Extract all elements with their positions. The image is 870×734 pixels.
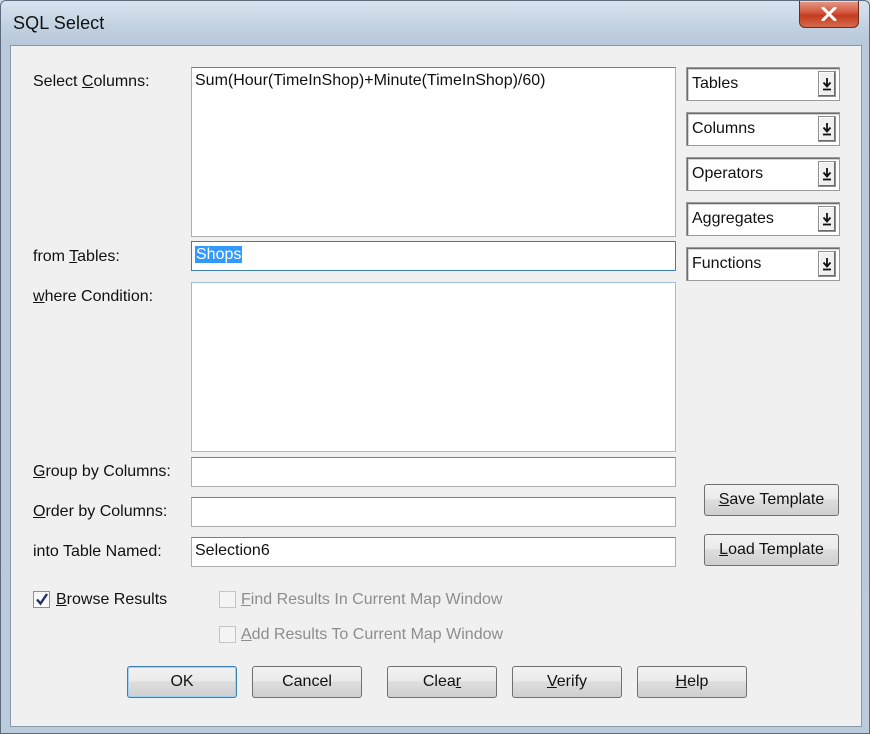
verify-button[interactable]: Verify: [512, 666, 622, 698]
order-by-field[interactable]: [191, 497, 676, 527]
browse-results-checkbox[interactable]: [33, 591, 50, 608]
columns-dropdown[interactable]: Columns: [686, 112, 840, 146]
operators-dropdown[interactable]: Operators: [686, 157, 840, 191]
close-icon: [821, 7, 837, 21]
save-template-button[interactable]: Save Template: [704, 484, 839, 516]
aggregates-dropdown[interactable]: Aggregates: [686, 202, 840, 236]
browse-results-label[interactable]: Browse Results: [56, 591, 167, 609]
load-template-button[interactable]: Load Template: [704, 534, 839, 566]
tables-dropdown[interactable]: Tables: [686, 67, 840, 101]
dropdown-arrow-icon[interactable]: [818, 251, 836, 277]
group-by-label: Group by Columns:: [33, 463, 171, 480]
select-columns-label: Select Columns:: [33, 73, 150, 90]
dropdown-arrow-icon[interactable]: [818, 161, 836, 187]
dropdown-arrow-icon[interactable]: [818, 206, 836, 232]
ok-button[interactable]: OK: [127, 666, 237, 698]
where-condition-field[interactable]: [191, 282, 676, 452]
select-columns-value: Sum(Hour(TimeInShop)+Minute(TimeInShop)/…: [195, 72, 546, 89]
window-title: SQL Select: [13, 13, 105, 33]
help-button[interactable]: Help: [637, 666, 747, 698]
group-by-field[interactable]: [191, 457, 676, 487]
where-condition-label: where Condition:: [33, 288, 154, 305]
sql-select-dialog: SQL Select Select Columns: from Tables: …: [0, 0, 870, 734]
add-results-checkbox[interactable]: [219, 626, 236, 643]
dropdown-arrow-icon[interactable]: [818, 116, 836, 142]
add-results-label[interactable]: Add Results To Current Map Window: [241, 626, 503, 644]
cancel-button[interactable]: Cancel: [252, 666, 362, 698]
checkmark-icon: [36, 593, 48, 606]
dropdown-arrow-icon[interactable]: [818, 71, 836, 97]
select-columns-field[interactable]: Sum(Hour(TimeInShop)+Minute(TimeInShop)/…: [191, 67, 676, 237]
find-results-label[interactable]: Find Results In Current Map Window: [241, 591, 502, 609]
clear-button[interactable]: Clear: [387, 666, 497, 698]
title-bar[interactable]: SQL Select: [1, 1, 869, 45]
from-tables-value: Shops: [195, 246, 243, 263]
find-results-checkbox[interactable]: [219, 591, 236, 608]
into-table-value: Selection6: [195, 542, 270, 559]
functions-dropdown[interactable]: Functions: [686, 247, 840, 281]
from-tables-label: from Tables:: [33, 248, 120, 265]
dialog-client-area: Select Columns: from Tables: where Condi…: [10, 45, 862, 727]
order-by-label: Order by Columns:: [33, 503, 168, 520]
into-table-field[interactable]: Selection6: [191, 537, 676, 567]
from-tables-field[interactable]: Shops: [191, 241, 676, 271]
close-button[interactable]: [799, 1, 859, 28]
into-table-label: into Table Named:: [33, 543, 162, 560]
